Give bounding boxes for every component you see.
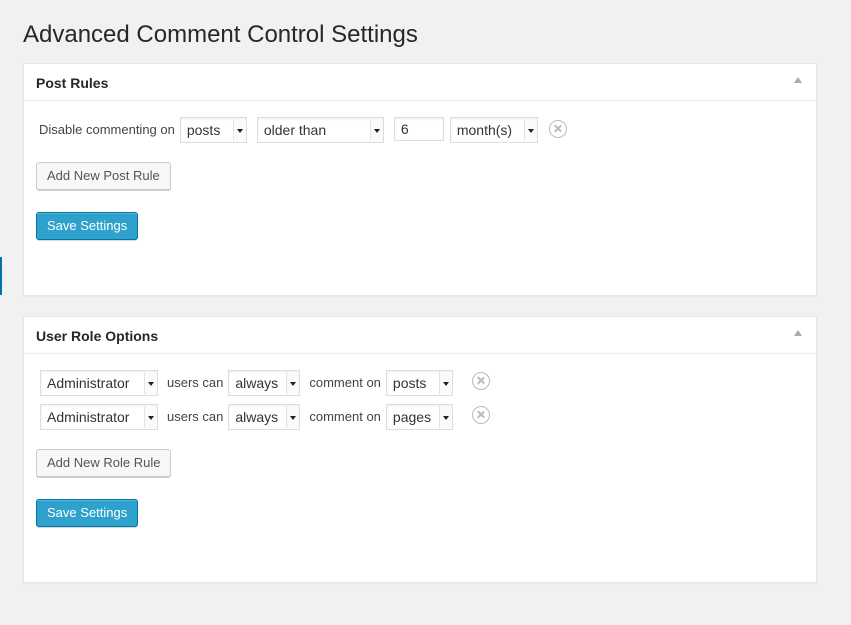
amount-input[interactable]: 6 [393, 117, 444, 141]
collapse-triangle-icon[interactable] [794, 77, 802, 83]
add-new-role-rule-button[interactable]: Add New Role Rule [36, 449, 172, 477]
comment-on-label: comment on [309, 409, 381, 424]
disable-commenting-label: Disable commenting on [39, 122, 175, 137]
post-rule-row: Disable commenting on posts older than 6… [39, 117, 567, 143]
post-type-select[interactable]: pages [385, 404, 453, 430]
users-can-label: users can [167, 409, 224, 424]
dropdown-arrow-icon [232, 119, 246, 141]
user-role-options-title: User Role Options [36, 328, 159, 344]
post-rules-title: Post Rules [36, 75, 109, 91]
post-rules-panel: Post Rules Disable commenting on posts o… [23, 63, 817, 296]
dropdown-arrow-icon [286, 406, 300, 428]
permission-select[interactable]: always [228, 404, 301, 430]
permission-select[interactable]: always [228, 370, 301, 396]
user-role-options-header[interactable]: User Role Options [24, 317, 816, 354]
settings-page: Advanced Comment Control Settings Post R… [0, 0, 851, 625]
add-new-post-rule-button[interactable]: Add New Post Rule [36, 162, 171, 190]
user-role-options-panel: User Role Options Administrator users ca… [23, 316, 817, 583]
dropdown-arrow-icon [438, 372, 452, 394]
role-select[interactable]: Administrator [40, 370, 158, 396]
dropdown-arrow-icon [523, 119, 537, 141]
save-settings-button[interactable]: Save Settings [36, 212, 139, 240]
collapse-triangle-icon[interactable] [794, 330, 802, 336]
save-settings-button[interactable]: Save Settings [36, 499, 139, 527]
post-rules-header[interactable]: Post Rules [24, 64, 816, 101]
comment-on-label: comment on [309, 375, 381, 390]
condition-select[interactable]: older than [256, 117, 384, 143]
dropdown-arrow-icon [144, 406, 157, 428]
role-rule-row: Administrator users can always comment o… [40, 370, 490, 396]
users-can-label: users can [167, 375, 224, 390]
dropdown-arrow-icon [369, 119, 383, 141]
remove-circle-icon[interactable] [548, 120, 567, 138]
dropdown-arrow-icon [144, 372, 157, 394]
remove-circle-icon[interactable] [471, 372, 490, 390]
dropdown-arrow-icon [286, 372, 300, 394]
admin-menu-edge [0, 257, 2, 295]
post-type-select[interactable]: posts [179, 117, 247, 143]
role-select[interactable]: Administrator [40, 404, 158, 430]
dropdown-arrow-icon [438, 406, 452, 428]
post-type-select[interactable]: posts [385, 370, 453, 396]
page-title: Advanced Comment Control Settings [23, 21, 418, 48]
remove-circle-icon[interactable] [471, 406, 490, 424]
unit-select[interactable]: month(s) [449, 117, 538, 143]
role-rule-row: Administrator users can always comment o… [40, 404, 490, 430]
